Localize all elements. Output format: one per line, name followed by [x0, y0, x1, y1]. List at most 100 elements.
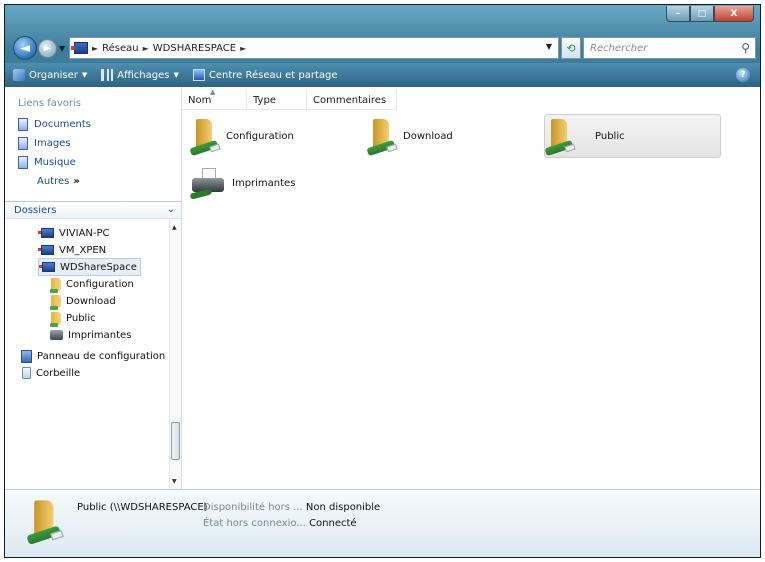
- double-chevron-right-icon: »: [73, 176, 80, 187]
- tree-item-public[interactable]: Public: [50, 310, 96, 327]
- organize-button[interactable]: Organiser ▼: [13, 69, 87, 81]
- favorite-link-music[interactable]: Musique: [5, 153, 181, 172]
- network-center-button[interactable]: Centre Réseau et partage: [192, 69, 338, 81]
- tree-item-label: Download: [66, 295, 116, 307]
- detail-row-offline-status: État hors connexio... Connecté: [203, 518, 357, 529]
- shared-folder-icon: [50, 277, 61, 293]
- file-item-label: Configuration: [226, 130, 294, 142]
- printer-icon: [50, 330, 63, 340]
- address-dropdown-icon[interactable]: ▼: [546, 42, 552, 51]
- minimize-button[interactable]: –: [666, 6, 690, 22]
- shared-folder-icon: [544, 117, 576, 157]
- more-label: Autres: [37, 176, 70, 187]
- navigation-bar: ◄ ► ▼ ► Réseau ► WDSHARESPACE ► ▼ ⟲ Rech…: [5, 33, 760, 63]
- file-item-configuration[interactable]: Configuration: [189, 114, 360, 158]
- tree-item-control-panel[interactable]: Panneau de configuration: [21, 348, 165, 364]
- views-label: Affichages: [117, 69, 170, 81]
- scroll-up-icon[interactable]: ▲: [172, 224, 177, 231]
- close-button[interactable]: X: [714, 6, 754, 22]
- tree-item-wdsharespace[interactable]: WDShareSpace: [38, 258, 141, 276]
- tree-item-vivian-pc[interactable]: VIVIAN-PC: [38, 225, 110, 241]
- address-bar[interactable]: ► Réseau ► WDSHARESPACE ► ▼: [69, 37, 559, 59]
- column-header-label: Nom: [188, 94, 212, 106]
- maximize-button[interactable]: □: [690, 6, 714, 22]
- control-panel-icon: [21, 349, 32, 363]
- folder-tree-scrollbar[interactable]: ▲ ▼: [169, 220, 181, 489]
- favorite-link-documents[interactable]: Documents: [5, 115, 181, 134]
- detail-row-offline-availability: Disponibilité hors ... Non disponible: [203, 502, 380, 513]
- file-item-label: Download: [403, 130, 453, 142]
- selected-item-name: Public (\\WDSHARESPACE): [77, 502, 208, 513]
- organize-icon: [13, 69, 25, 81]
- column-header-name[interactable]: ▲ Nom: [182, 88, 247, 110]
- help-icon: ?: [740, 70, 746, 80]
- back-button[interactable]: ◄: [13, 36, 37, 60]
- music-icon: [18, 156, 28, 169]
- shared-folder-icon: [50, 311, 61, 327]
- detail-value: Non disponible: [305, 502, 381, 513]
- refresh-icon: ⟲: [566, 41, 576, 55]
- column-header-label: Type: [253, 94, 276, 106]
- images-icon: [18, 137, 28, 150]
- column-header-comments[interactable]: Commentaires: [307, 90, 397, 110]
- scroll-down-icon[interactable]: ▼: [172, 478, 177, 485]
- tree-item-recycle-bin[interactable]: Corbeille: [22, 365, 80, 381]
- tree-item-label: Configuration: [66, 278, 134, 290]
- tree-item-label: WDShareSpace: [60, 261, 137, 273]
- file-item-label: Public: [595, 130, 625, 142]
- tree-item-label: VM_XPEN: [59, 244, 107, 256]
- breadcrumb-separator-icon[interactable]: ►: [143, 44, 149, 53]
- favorite-label: Images: [34, 138, 71, 149]
- selected-item-folder-icon: [26, 498, 64, 545]
- shared-folder-icon: [366, 117, 398, 157]
- shared-folder-icon: [50, 294, 61, 310]
- breadcrumb-network[interactable]: Réseau: [102, 43, 138, 54]
- detail-value: Connecté: [309, 518, 357, 529]
- breadcrumb-separator-icon[interactable]: ►: [240, 44, 246, 53]
- favorites-title: Liens favoris: [18, 98, 82, 109]
- forward-button[interactable]: ►: [38, 39, 57, 58]
- refresh-button[interactable]: ⟲: [561, 37, 581, 59]
- recent-pages-dropdown[interactable]: ▼: [59, 44, 65, 53]
- title-bar: – □ X: [5, 5, 760, 33]
- file-item-public[interactable]: Public: [544, 114, 721, 158]
- search-icon[interactable]: ⚲: [741, 41, 750, 55]
- favorite-link-more[interactable]: Autres »: [5, 172, 181, 191]
- tree-item-label: Imprimantes: [68, 329, 132, 341]
- sort-ascending-icon: ▲: [210, 88, 216, 96]
- file-item-download[interactable]: Download: [366, 114, 537, 158]
- organize-label: Organiser: [29, 69, 78, 81]
- network-computer-icon: [39, 262, 55, 272]
- favorite-link-images[interactable]: Images: [5, 134, 181, 153]
- arrow-right-icon: ►: [43, 43, 52, 54]
- folders-header[interactable]: Dossiers ⌄: [5, 201, 181, 219]
- favorite-label: Musique: [34, 157, 76, 168]
- recycle-bin-icon: [22, 367, 31, 379]
- tree-item-download[interactable]: Download: [50, 293, 116, 310]
- tree-item-vm-xpen[interactable]: VM_XPEN: [38, 242, 107, 258]
- file-item-printers[interactable]: Imprimantes: [189, 161, 360, 205]
- tree-item-label: Panneau de configuration: [37, 350, 166, 362]
- window-controls: – □ X: [666, 6, 754, 22]
- breadcrumb-separator-icon[interactable]: ►: [92, 44, 98, 53]
- views-icon: [101, 69, 114, 81]
- network-center-label: Centre Réseau et partage: [208, 69, 338, 81]
- printer-icon: [189, 166, 226, 200]
- breadcrumb-server[interactable]: WDSHARESPACE: [153, 43, 236, 54]
- chevron-down-icon: ▼: [173, 71, 179, 79]
- column-header-type[interactable]: Type: [247, 90, 307, 110]
- chevron-down-icon[interactable]: ⌄: [167, 204, 175, 215]
- tree-item-configuration[interactable]: Configuration: [50, 276, 134, 293]
- views-button[interactable]: Affichages ▼: [101, 69, 179, 81]
- tree-item-printers[interactable]: Imprimantes: [50, 327, 131, 343]
- details-pane: Public (\\WDSHARESPACE) Disponibilité ho…: [5, 489, 760, 557]
- search-input[interactable]: Rechercher ⚲: [583, 37, 756, 59]
- network-icon: [71, 42, 88, 54]
- search-placeholder: Rechercher: [590, 42, 648, 54]
- detail-label: Disponibilité hors ...: [203, 502, 303, 513]
- documents-icon: [18, 118, 28, 131]
- chevron-down-icon: ▼: [81, 71, 88, 79]
- help-button[interactable]: ?: [736, 68, 750, 82]
- tree-item-label: VIVIAN-PC: [59, 227, 110, 239]
- scrollbar-thumb[interactable]: [171, 422, 180, 460]
